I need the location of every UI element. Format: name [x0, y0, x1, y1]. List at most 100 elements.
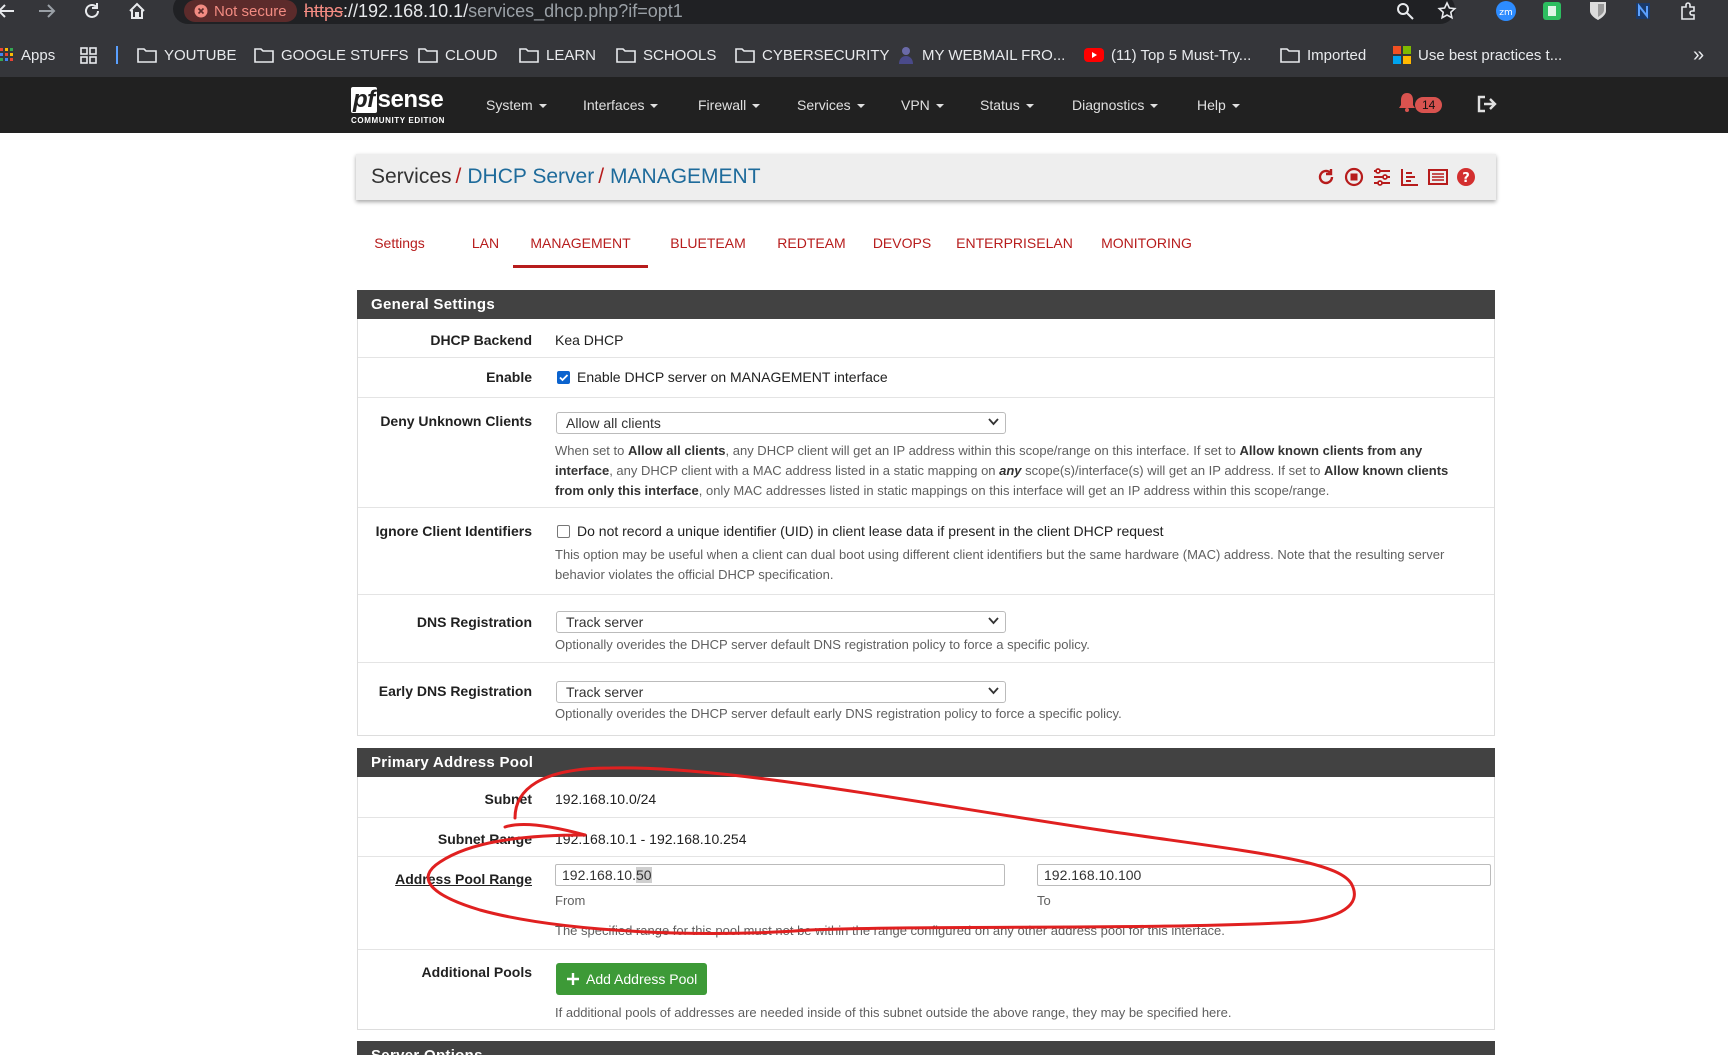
enable-checkbox[interactable]	[557, 371, 570, 384]
bookmark-label: Imported	[1307, 46, 1367, 64]
address-pool-range-label[interactable]: Address Pool Range	[395, 871, 532, 887]
bookmark-cloud-folder[interactable]: CLOUD	[418, 38, 498, 72]
ignore-client-identifiers-text[interactable]: Do not record a unique identifier (UID) …	[577, 523, 1164, 539]
pool-range-from-input[interactable]: 192.168.10.50	[555, 864, 1005, 886]
menu-vpn[interactable]: VPN	[901, 77, 944, 133]
bookmark-webmail[interactable]: MY WEBMAIL FRO...	[897, 38, 1065, 72]
zoom-icon[interactable]	[1392, 0, 1418, 22]
breadcrumb: Services / DHCP Server / MANAGEMENT	[371, 154, 761, 200]
bookmarks-overflow-button[interactable]: »	[1693, 38, 1704, 72]
settings-sliders-icon[interactable]	[1372, 167, 1392, 187]
enable-label: Enable	[486, 369, 532, 385]
ignore-client-identifiers-help: This option may be useful when a client …	[555, 547, 1445, 582]
forward-arrow-icon[interactable]	[33, 0, 61, 22]
pfsense-logo[interactable]: pf sense COMMUNITY EDITION	[351, 87, 461, 127]
pool-range-from-caption: From	[555, 893, 586, 908]
bookmark-google-folder[interactable]: GOOGLE STUFFS	[254, 38, 409, 72]
zoom-extension-icon[interactable]: zm	[1493, 0, 1519, 22]
menu-firewall[interactable]: Firewall	[698, 77, 760, 133]
row-enable: Enable Enable DHCP server on MANAGEMENT …	[358, 357, 1494, 398]
chevron-down-icon	[988, 418, 999, 426]
bookmark-imported-folder[interactable]: Imported	[1280, 38, 1366, 72]
bookmark-cybersecurity-folder[interactable]: CYBERSECURITY	[735, 38, 890, 72]
reload-icon[interactable]	[78, 0, 106, 22]
breadcrumb-dhcp-server[interactable]: DHCP Server	[467, 165, 594, 188]
bookmark-label: LEARN	[546, 46, 597, 64]
pfsense-navbar: pf sense COMMUNITY EDITION System Interfa…	[0, 77, 1728, 133]
help-icon[interactable]: ?	[1456, 167, 1476, 187]
menu-services[interactable]: Services	[797, 77, 865, 133]
additional-pools-label: Additional Pools	[421, 964, 532, 980]
tab-groups-button[interactable]	[80, 38, 97, 72]
menu-help[interactable]: Help	[1197, 77, 1240, 133]
row-subnet-range: Subnet Range 192.168.10.1 - 192.168.10.2…	[358, 817, 1494, 857]
folder-icon	[519, 48, 539, 63]
microsoft-icon	[1393, 46, 1411, 64]
bookmark-label: Use best practices t...	[1418, 46, 1563, 64]
notification-count-badge[interactable]: 14	[1415, 97, 1443, 113]
bookmarks-bar: Apps YOUTUBE GOOGLE STUFFS CLOUD LEARN S…	[0, 38, 1728, 72]
bookmark-apps[interactable]: Apps	[0, 38, 55, 72]
row-dhcp-backend: DHCP Backend Kea DHCP	[358, 319, 1494, 358]
deny-unknown-help: When set to Allow all clients, any DHCP …	[555, 443, 1449, 498]
menu-interfaces[interactable]: Interfaces	[583, 77, 658, 133]
tab-redteam[interactable]: REDTEAM	[765, 228, 858, 268]
row-subnet: Subnet 192.168.10.0/24	[358, 777, 1494, 818]
bookmark-best-practices[interactable]: Use best practices t...	[1393, 38, 1562, 72]
row-address-pool-range: Address Pool Range 192.168.10.50 From 19…	[358, 856, 1494, 950]
stop-service-icon[interactable]	[1344, 167, 1364, 187]
early-dns-registration-select[interactable]: Track server	[556, 681, 1006, 703]
server-options-header: Server Options	[357, 1041, 1495, 1055]
enable-checkbox-label[interactable]: Enable DHCP server on MANAGEMENT interfa…	[577, 369, 888, 385]
home-icon[interactable]	[123, 0, 151, 22]
ignore-client-identifiers-checkbox[interactable]	[557, 525, 570, 538]
menu-diagnostics[interactable]: Diagnostics	[1072, 77, 1158, 133]
logo-wordmark: pf sense	[351, 87, 444, 113]
logout-icon[interactable]	[1477, 95, 1497, 113]
bookmark-label: GOOGLE STUFFS	[281, 46, 409, 64]
bookmark-label: CLOUD	[445, 46, 498, 64]
pool-range-help: The specified range for this pool must n…	[555, 923, 1225, 938]
notion-extension-icon[interactable]	[1630, 0, 1656, 22]
bookmarks-separator	[116, 46, 118, 64]
not-secure-label: Not secure	[214, 2, 287, 20]
menu-status[interactable]: Status	[980, 77, 1034, 133]
early-dns-registration-label: Early DNS Registration	[378, 683, 532, 699]
breadcrumb-separator: /	[598, 165, 605, 188]
breadcrumb-management[interactable]: MANAGEMENT	[610, 165, 761, 188]
pool-range-to-caption: To	[1037, 893, 1051, 908]
tab-monitoring[interactable]: MONITORING	[1085, 228, 1208, 268]
restart-service-icon[interactable]	[1316, 167, 1336, 187]
logs-list-icon[interactable]	[1428, 167, 1448, 187]
menu-system[interactable]: System	[486, 77, 547, 133]
tab-blueteam[interactable]: BLUETEAM	[652, 228, 764, 268]
bookmark-schools-folder[interactable]: SCHOOLS	[616, 38, 716, 72]
back-arrow-icon[interactable]	[0, 0, 20, 22]
notification-bell-icon[interactable]	[1398, 92, 1416, 112]
folder-icon	[735, 48, 755, 63]
dns-registration-selected: Track server	[566, 614, 644, 630]
deny-unknown-select[interactable]: Allow all clients	[556, 412, 1006, 434]
tab-settings[interactable]: Settings	[356, 228, 443, 268]
bookmark-star-icon[interactable]	[1434, 0, 1460, 22]
browser-chrome: Not secure https://192.168.10.1/services…	[0, 0, 1728, 77]
breadcrumb-separator: /	[455, 165, 462, 188]
add-address-pool-button[interactable]: Add Address Pool	[556, 963, 708, 995]
status-chart-icon[interactable]	[1400, 167, 1420, 187]
tab-lan[interactable]: LAN	[459, 228, 512, 268]
bookmark-youtube-folder[interactable]: YOUTUBE	[137, 38, 237, 72]
bookmark-learn-folder[interactable]: LEARN	[519, 38, 596, 72]
evernote-extension-icon[interactable]	[1539, 0, 1565, 22]
tab-management[interactable]: MANAGEMENT	[513, 228, 648, 268]
tab-enterpriselan[interactable]: ENTERPRISELAN	[947, 228, 1082, 268]
url-text[interactable]: https://192.168.10.1/services_dhcp.php?i…	[304, 0, 683, 22]
tab-devops[interactable]: DEVOPS	[859, 228, 945, 268]
not-secure-badge[interactable]: Not secure	[184, 0, 297, 22]
dhcp-backend-value: Kea DHCP	[555, 332, 624, 348]
bookmark-youtube-video[interactable]: (11) Top 5 Must-Try...	[1084, 38, 1251, 72]
folder-icon	[137, 48, 157, 63]
dns-registration-select[interactable]: Track server	[556, 611, 1006, 633]
bitwarden-extension-icon[interactable]	[1585, 0, 1611, 22]
pool-range-to-input[interactable]: 192.168.10.100	[1037, 864, 1491, 886]
extensions-puzzle-icon[interactable]	[1676, 0, 1702, 22]
